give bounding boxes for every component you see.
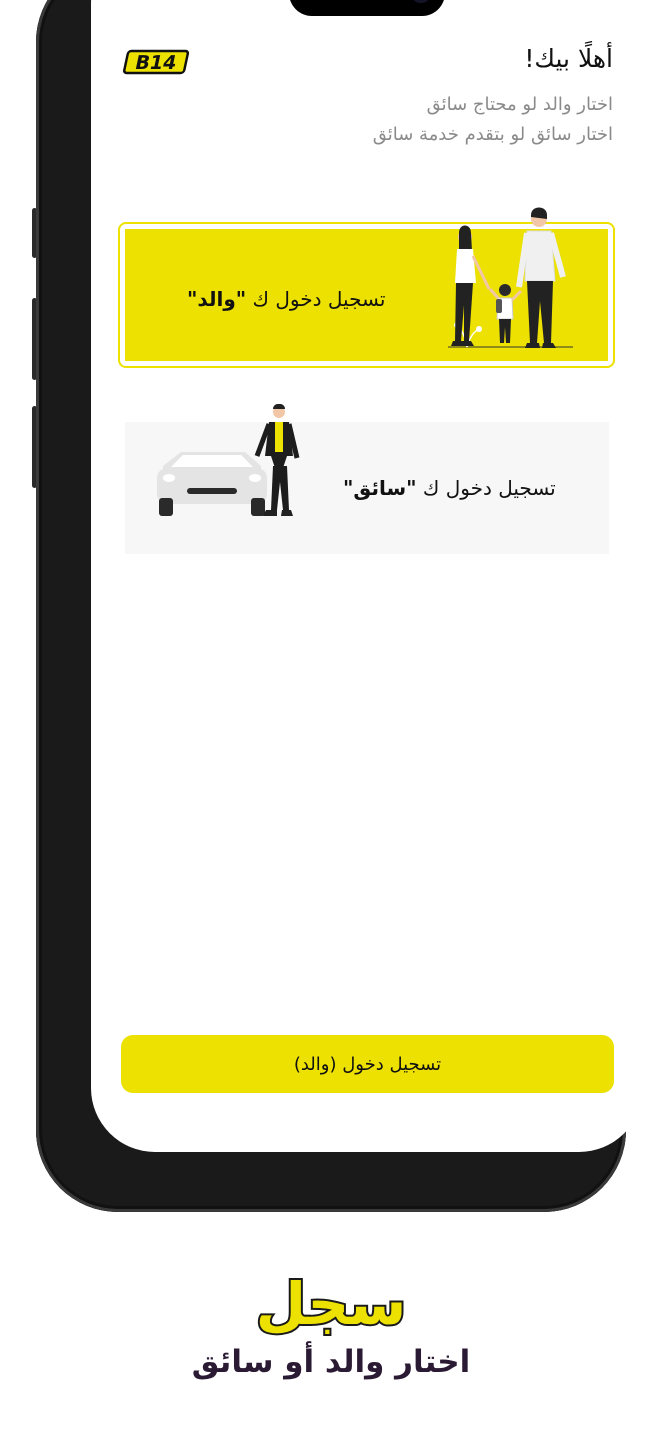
parent-card-body: تسجيل دخول ك "والد" bbox=[125, 207, 608, 361]
parent-card-prefix: تسجيل دخول ك bbox=[246, 287, 386, 311]
instructions: اختار والد لو محتاج سائق اختار سائق لو ب… bbox=[373, 90, 613, 150]
promo-title-text: سجل bbox=[256, 1270, 407, 1338]
b14-logo: B14 bbox=[121, 48, 191, 76]
app-screen: B14 أهلًا بيك! اختار والد لو محتاج سائق … bbox=[91, 0, 643, 1152]
instruction-parent: اختار والد لو محتاج سائق bbox=[426, 94, 613, 115]
promo-subtitle: اختار والد أو سائق bbox=[191, 1344, 471, 1380]
parent-card-role: "والد" bbox=[187, 287, 247, 311]
driver-card-role: "سائق" bbox=[343, 476, 417, 500]
dynamic-island bbox=[289, 0, 445, 16]
parent-card-label: تسجيل دخول ك "والد" bbox=[187, 287, 385, 311]
driver-card-label: تسجيل دخول ك "سائق" bbox=[343, 476, 556, 500]
logo-text: B14 bbox=[133, 51, 179, 74]
driver-car-illustration bbox=[157, 404, 300, 516]
instruction-driver: اختار سائق لو بتقدم خدمة سائق bbox=[372, 124, 613, 145]
phone-frame: B14 أهلًا بيك! اختار والد لو محتاج سائق … bbox=[36, 0, 643, 1212]
camera-icon bbox=[411, 0, 431, 3]
parent-role-card[interactable]: تسجيل دخول ك "والد" bbox=[118, 207, 615, 368]
family-illustration bbox=[448, 207, 573, 348]
promo-title: سجل bbox=[0, 1262, 662, 1346]
greeting-title: أهلًا بيك! bbox=[524, 44, 613, 73]
login-parent-button[interactable]: تسجيل دخول (والد) bbox=[121, 1035, 614, 1093]
driver-role-card[interactable]: تسجيل دخول ك "سائق" bbox=[125, 404, 609, 554]
driver-card-prefix: تسجيل دخول ك bbox=[416, 476, 556, 500]
